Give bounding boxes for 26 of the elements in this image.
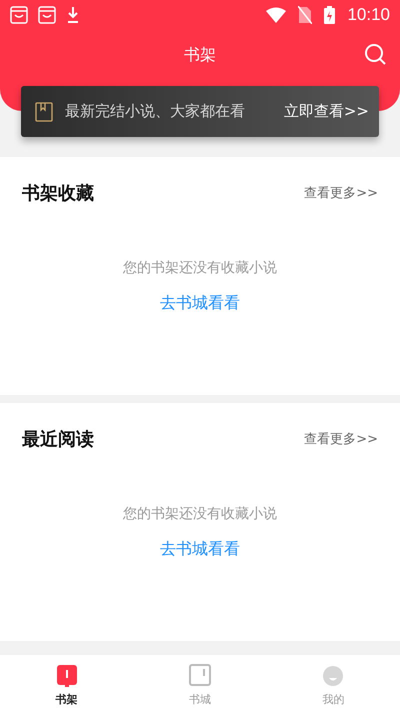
- status-time: 10:10: [347, 5, 390, 25]
- notice-text: 最新完结小说、大家都在看: [65, 102, 246, 121]
- go-to-store-link[interactable]: 去书城看看: [160, 293, 240, 314]
- see-more-link[interactable]: 查看更多>>: [304, 184, 378, 202]
- section-title: 书架收藏: [22, 182, 94, 205]
- smiley-icon: [322, 664, 344, 688]
- no-sim-icon: [298, 6, 312, 24]
- book-icon: [188, 664, 211, 688]
- nav-tab[interactable]: 书架: [0, 655, 134, 711]
- wifi-icon: [266, 7, 286, 23]
- section-title: 最近阅读: [22, 428, 94, 451]
- view-now-link[interactable]: 立即查看>>: [284, 102, 369, 121]
- search-button[interactable]: [364, 43, 386, 65]
- page-title: 书架: [184, 44, 216, 66]
- book-icon: [56, 664, 78, 688]
- bookmark-book-icon: [35, 102, 53, 122]
- notice-banner[interactable]: 最新完结小说、大家都在看 立即查看>>: [21, 86, 379, 137]
- battery-charging-icon: [324, 6, 336, 24]
- go-to-store-link[interactable]: 去书城看看: [160, 539, 240, 560]
- empty-message: 您的书架还没有收藏小说: [123, 505, 277, 523]
- shopping-bag-icon: [10, 6, 28, 24]
- shopping-bag-icon: [38, 6, 56, 24]
- empty-message: 您的书架还没有收藏小说: [123, 259, 277, 277]
- see-more-link[interactable]: 查看更多>>: [304, 430, 378, 448]
- download-icon: [66, 6, 80, 24]
- search-icon: [364, 43, 386, 65]
